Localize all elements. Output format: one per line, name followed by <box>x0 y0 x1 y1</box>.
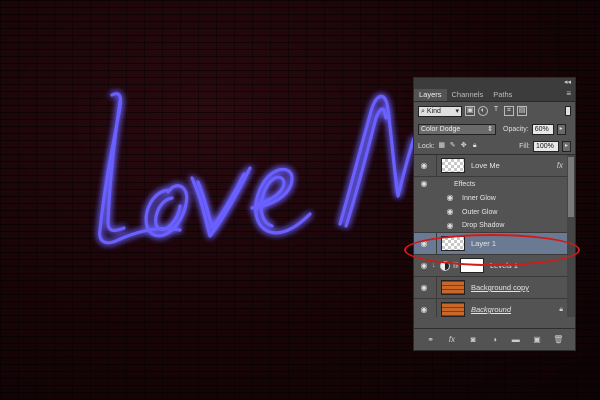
link-layers-icon[interactable]: ⚭ <box>425 335 437 344</box>
smart-object-filter-icon[interactable]: ▤ <box>517 106 527 116</box>
scrollbar-thumb[interactable] <box>568 157 574 217</box>
layer-background-copy[interactable]: ◉ Background copy <box>414 277 575 299</box>
fx-icon[interactable]: fx <box>557 161 563 170</box>
visibility-eye-icon[interactable]: ◉ <box>418 283 430 292</box>
delete-layer-icon[interactable]: 🗑︎ <box>552 335 564 344</box>
divider <box>436 277 437 298</box>
effects-label: Effects <box>454 180 476 188</box>
lock-pixels-icon[interactable]: ✎ <box>449 142 457 150</box>
lock-all-icon[interactable]: 🔒︎ <box>471 142 479 150</box>
effect-name: Drop Shadow <box>462 222 505 229</box>
visibility-eye-icon[interactable]: ◉ <box>418 180 430 188</box>
opacity-label: Opacity: <box>503 125 529 133</box>
visibility-eye-icon[interactable]: ◉ <box>418 161 430 170</box>
visibility-eye-icon[interactable]: ◉ <box>444 208 456 216</box>
visibility-eye-icon[interactable]: ◉ <box>418 261 430 270</box>
lock-label: Lock: <box>418 142 435 150</box>
visibility-eye-icon[interactable]: ◉ <box>444 194 456 202</box>
panel-title-bar: ◂◂ <box>414 78 575 87</box>
layer-effects[interactable]: ◉ Effects <box>414 177 575 191</box>
filter-row: ⌕ Kind ▾ ▣ ◐ T ⌗ ▤ <box>414 102 575 120</box>
filter-kind-select[interactable]: ⌕ Kind ▾ <box>418 105 462 117</box>
panel-tabs: Layers Channels Paths ≡ <box>414 87 575 102</box>
layer-name: Background <box>471 305 512 314</box>
filter-toggle[interactable] <box>565 106 571 116</box>
filter-kind-value: Kind <box>426 107 441 115</box>
lock-icon: 🔒︎ <box>559 305 563 313</box>
tab-channels[interactable]: Channels <box>447 89 489 101</box>
layer-name: Love Me <box>471 161 500 170</box>
fill-label: Fill: <box>519 142 530 150</box>
search-icon: ⌕ <box>421 107 425 115</box>
lock-row: Lock: ▦ ✎ ✥ 🔒︎ Fill: 100% ▸ <box>414 138 575 155</box>
blend-mode-value: Color Dodge <box>421 125 461 133</box>
collapse-icon[interactable]: ◂◂ <box>564 78 571 87</box>
visibility-eye-icon[interactable]: ◉ <box>418 305 430 314</box>
lock-position-icon[interactable]: ✥ <box>460 142 468 150</box>
layers-panel: ◂◂ Layers Channels Paths ≡ ⌕ Kind ▾ ▣ ◐ … <box>413 77 576 351</box>
add-mask-icon[interactable]: ◙ <box>467 335 479 344</box>
visibility-eye-icon[interactable]: ◉ <box>444 221 456 230</box>
new-layer-icon[interactable]: ▣ <box>531 335 543 344</box>
type-filter-icon[interactable]: T <box>491 106 501 116</box>
fill-input[interactable]: 100% <box>533 140 559 152</box>
layers-scrollbar[interactable] <box>567 155 575 317</box>
layer-love-me[interactable]: ◉ Love Me fx <box>414 155 575 177</box>
chevron-down-icon: ▾ <box>455 107 459 115</box>
opacity-slider-toggle[interactable]: ▸ <box>556 123 566 135</box>
effect-inner-glow[interactable]: ◉ Inner Glow <box>414 191 575 205</box>
adjustment-filter-icon[interactable]: ◐ <box>478 106 488 116</box>
new-adjustment-icon[interactable]: ◑ <box>488 335 500 344</box>
tab-layers[interactable]: Layers <box>414 89 447 101</box>
opacity-input[interactable]: 60% <box>531 123 554 135</box>
pixel-filter-icon[interactable]: ▣ <box>465 106 475 116</box>
shape-filter-icon[interactable]: ⌗ <box>504 106 514 116</box>
effect-outer-glow[interactable]: ◉ Outer Glow <box>414 205 575 219</box>
add-style-icon[interactable]: fx <box>446 335 458 344</box>
chevron-down-icon: ⇕ <box>487 125 493 133</box>
layer-thumbnail <box>441 302 465 317</box>
clip-arrow-icon: ↓ <box>432 262 436 269</box>
layer-thumbnail <box>441 158 465 173</box>
layer-name: Background copy <box>471 283 529 292</box>
tab-paths[interactable]: Paths <box>488 89 517 101</box>
effect-name: Outer Glow <box>462 208 498 216</box>
panel-menu-icon[interactable]: ≡ <box>566 89 571 98</box>
layer-background[interactable]: ◉ Background 🔒︎ <box>414 299 575 317</box>
fill-slider-toggle[interactable]: ▸ <box>562 140 571 152</box>
lock-transparent-icon[interactable]: ▦ <box>438 142 446 150</box>
layer-thumbnail <box>441 280 465 295</box>
effect-drop-shadow[interactable]: ◉ Drop Shadow <box>414 219 575 233</box>
divider <box>436 299 437 317</box>
new-group-icon[interactable]: ▬ <box>510 335 522 344</box>
divider <box>436 155 437 176</box>
layers-bottom-toolbar: ⚭ fx ◙ ◑ ▬ ▣ 🗑︎ <box>414 328 575 350</box>
blend-row: Color Dodge ⇕ Opacity: 60% ▸ <box>414 120 575 138</box>
effect-name: Inner Glow <box>462 194 496 202</box>
blend-mode-select[interactable]: Color Dodge ⇕ <box>418 123 496 135</box>
highlight-annotation-ellipse <box>404 234 580 266</box>
